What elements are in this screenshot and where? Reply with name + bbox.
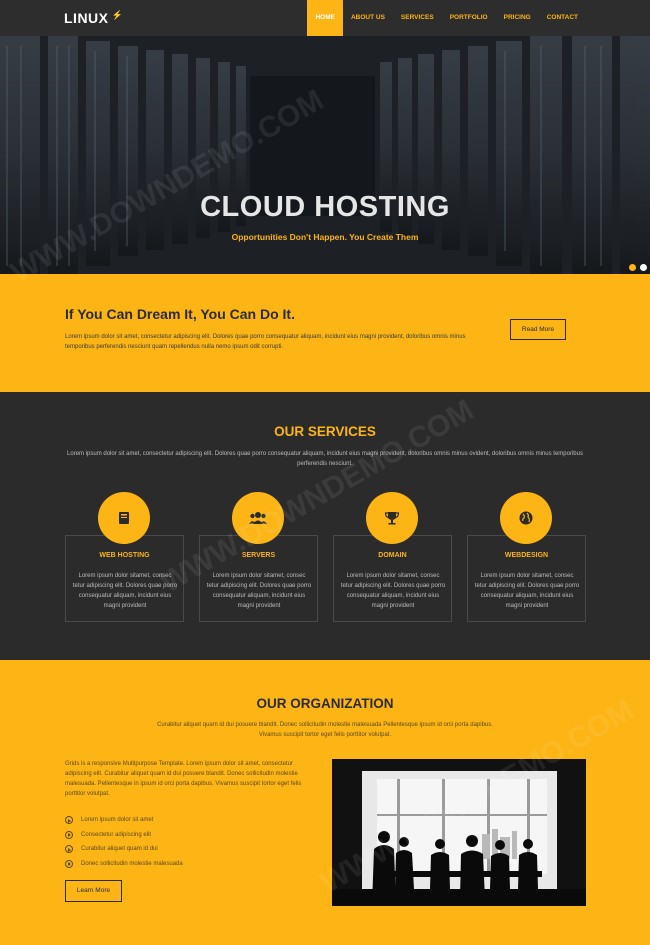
menu-item-services[interactable]: SERVICES — [393, 0, 442, 36]
hero-title: CLOUD HOSTING — [200, 191, 450, 223]
read-more-button[interactable]: Read More — [510, 319, 566, 340]
callout-title: If You Can Dream It, You Can Do It. — [65, 306, 295, 322]
service-card-title: SERVERS — [241, 552, 276, 559]
menu-item-pricing[interactable]: PRICING — [496, 0, 539, 36]
menu-item-about-us[interactable]: ABOUT US — [343, 0, 393, 36]
service-card-text: Lorem ipsum dolor sitamet, consec tetur … — [72, 573, 178, 609]
globe-icon — [500, 492, 552, 544]
slider-dot-1[interactable] — [629, 264, 636, 271]
arrow-circle-icon — [65, 845, 73, 854]
service-card-domain[interactable]: DOMAIN Lorem ipsum dolor sitamet, consec… — [333, 535, 452, 622]
menu-item-portfolio[interactable]: PORTFOLIO — [442, 0, 496, 36]
services-intro: Lorem ipsum dolor sit amet, consectetur … — [67, 451, 583, 467]
service-card-text: Lorem ipsum dolor sitamet, consec tetur … — [340, 573, 446, 609]
top-navbar: LINUX ⚡ HOME ABOUT US SERVICES PORTFOLIO … — [0, 0, 650, 36]
organization-title: OUR ORGANIZATION — [256, 696, 394, 711]
team-photo — [332, 759, 586, 906]
site-logo[interactable]: LINUX ⚡ — [64, 10, 123, 26]
organization-section: OUR ORGANIZATION Curabitur aliquet quam … — [0, 660, 650, 945]
organization-list: Lorem ipsum dolor sit amet Consectetur a… — [65, 813, 183, 871]
arrow-circle-icon — [65, 859, 73, 868]
service-card-webdesign[interactable]: WEBDESIGN Lorem ipsum dolor sitamet, con… — [467, 535, 586, 622]
service-card-web-hosting[interactable]: WEB HOSTING Lorem ipsum dolor sitamet, c… — [65, 535, 184, 622]
learn-more-button[interactable]: Learn More — [65, 880, 122, 902]
list-item: Consectetur adipiscing elit — [65, 828, 183, 843]
list-item: Donec sollicitudin molestie malesuada — [65, 857, 183, 872]
service-card-text: Lorem ipsum dolor sitamet, consec tetur … — [206, 573, 312, 609]
list-item: Lorem ipsum dolor sit amet — [65, 813, 183, 828]
list-item: Curabitur aliquet quam id dui — [65, 842, 183, 857]
services-title: OUR SERVICES — [274, 424, 376, 439]
callout-section: If You Can Dream It, You Can Do It. Lore… — [0, 274, 650, 392]
menu-item-contact[interactable]: CONTACT — [539, 0, 586, 36]
arrow-circle-icon — [65, 816, 73, 825]
service-card-servers[interactable]: SERVERS Lorem ipsum dolor sitamet, conse… — [199, 535, 318, 622]
hero-banner: CLOUD HOSTING Opportunities Don't Happen… — [0, 36, 650, 274]
book-icon — [98, 492, 150, 544]
trophy-icon — [366, 492, 418, 544]
logo-mark-icon: ⚡ — [111, 10, 124, 20]
main-menu: HOME ABOUT US SERVICES PORTFOLIO PRICING… — [307, 0, 586, 36]
organization-paragraph: Grids is a responsive Multipurpose Templ… — [65, 761, 302, 797]
organization-intro: Curabitur aliquet quam id dui posuere bl… — [157, 722, 493, 738]
slider-dot-2[interactable] — [640, 264, 647, 271]
services-section: OUR SERVICES Lorem ipsum dolor sit amet,… — [0, 392, 650, 660]
service-card-title: WEBDESIGN — [504, 552, 549, 559]
arrow-circle-icon — [65, 830, 73, 839]
callout-text: Lorem ipsum dolor sit amet, consectetur … — [65, 334, 466, 350]
service-card-title: WEB HOSTING — [99, 552, 150, 559]
users-icon — [232, 492, 284, 544]
service-card-title: DOMAIN — [378, 552, 407, 559]
hero-subtitle: Opportunities Don't Happen. You Create T… — [231, 232, 419, 242]
service-card-text: Lorem ipsum dolor sitamet, consec tetur … — [474, 573, 580, 609]
menu-item-home[interactable]: HOME — [307, 0, 343, 36]
